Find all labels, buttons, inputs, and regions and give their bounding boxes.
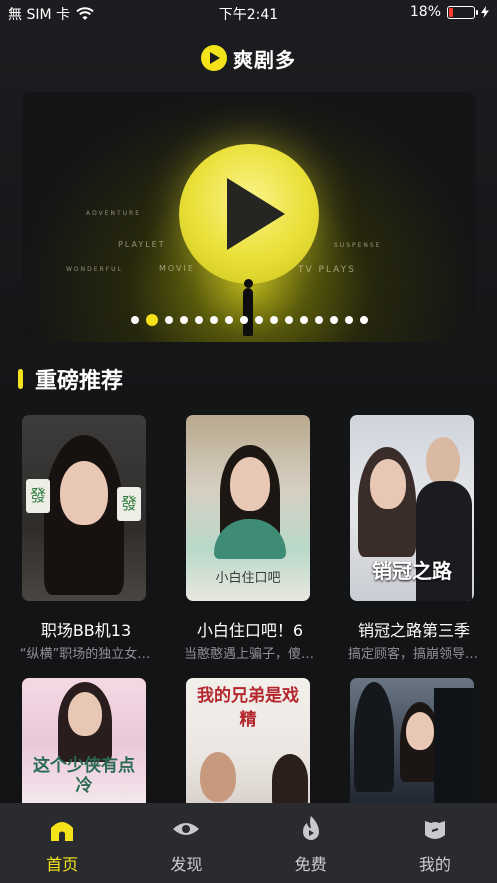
poster-caption: 销冠之路 xyxy=(372,559,452,583)
drama-poster[interactable]: 这个少侠有点冷 xyxy=(22,678,146,806)
drama-poster[interactable] xyxy=(350,678,474,806)
pagination-dot[interactable] xyxy=(130,316,139,324)
poster-figure xyxy=(272,754,308,806)
pagination-dot[interactable] xyxy=(269,316,278,324)
drama-description: 搞定顾客，搞崩领导… xyxy=(347,647,478,662)
status-right: 18% xyxy=(410,4,489,20)
drama-poster[interactable]: 小白住口吧 xyxy=(186,415,310,601)
tab-label: 免费 xyxy=(294,855,327,874)
drama-title[interactable]: 职场BB机13 xyxy=(16,617,156,641)
tab-discover[interactable]: 发现 xyxy=(141,803,231,883)
banner-word: PLAYLET xyxy=(118,240,166,249)
battery-level xyxy=(449,7,453,17)
app-logo-icon xyxy=(201,45,227,71)
drama-title[interactable]: 销冠之路第三季 xyxy=(344,617,484,641)
pagination-dot[interactable] xyxy=(329,316,338,324)
charging-bolt-icon xyxy=(481,6,489,18)
pagination-dot[interactable] xyxy=(344,316,353,324)
poster-figure xyxy=(354,682,394,792)
section-title: 重磅推荐 xyxy=(35,369,124,394)
battery-percent: 18% xyxy=(409,4,441,20)
app-header: 爽剧多 xyxy=(0,42,497,74)
section-header: 重磅推荐 xyxy=(18,362,123,396)
tab-label: 我的 xyxy=(418,855,451,874)
drama-description: 当憨憨遇上骗子，傻… xyxy=(183,647,314,662)
drama-poster[interactable]: 發 發 xyxy=(22,415,146,601)
banner-word: SUSPENSE xyxy=(334,242,382,249)
banner-word: WONDERFUL xyxy=(66,266,123,273)
poster-face xyxy=(200,752,236,802)
drama-card[interactable]: 我的兄弟是戏精 xyxy=(186,678,312,806)
drama-card[interactable]: 这个少侠有点冷 xyxy=(22,678,148,806)
poster-caption: 我的兄弟是戏精 xyxy=(197,686,299,730)
drama-card[interactable]: 销冠之路 销冠之路第三季 搞定顾客，搞崩领导… xyxy=(348,415,478,662)
poster-figure xyxy=(434,688,474,806)
pagination-dot[interactable] xyxy=(164,316,173,324)
banner-word: ADVENTURE xyxy=(86,210,142,217)
pagination-dot[interactable] xyxy=(224,316,233,324)
play-icon xyxy=(227,178,285,250)
home-icon xyxy=(51,822,74,841)
drama-poster[interactable]: 我的兄弟是戏精 xyxy=(186,678,310,806)
mahjong-tile: 發 xyxy=(26,479,50,513)
pagination-dot[interactable] xyxy=(194,316,203,324)
pagination-dot[interactable] xyxy=(254,316,263,324)
drama-poster[interactable]: 销冠之路 xyxy=(350,415,474,601)
banner-pagination[interactable] xyxy=(22,314,476,326)
banner-play-logo xyxy=(179,144,319,284)
poster-face xyxy=(230,457,270,511)
tab-free[interactable]: 免费 xyxy=(266,803,356,883)
pagination-dot[interactable] xyxy=(179,316,188,324)
pagination-dot[interactable] xyxy=(239,316,248,324)
flame-icon xyxy=(302,816,319,840)
status-bar: 無 SIM 卡 下午2:41 18% xyxy=(0,0,497,26)
drama-card[interactable]: 發 發 职场BB机13 “纵横”职场的独立女… xyxy=(20,415,150,662)
pagination-dot[interactable] xyxy=(299,316,308,324)
poster-face xyxy=(68,692,102,736)
poster-face xyxy=(406,712,434,750)
hero-banner[interactable]: PLAYLET MOVIE TV PLAYS ADVENTURE SUSPENS… xyxy=(22,92,476,342)
pagination-dot[interactable] xyxy=(314,316,323,324)
tab-profile[interactable]: 我的 xyxy=(390,803,480,883)
section-accent-bar xyxy=(18,369,23,389)
poster-caption: 小白住口吧 xyxy=(215,571,281,586)
poster-face xyxy=(370,459,406,509)
poster-face xyxy=(426,437,460,485)
drama-description: “纵横”职场的独立女… xyxy=(19,647,151,662)
profile-icon xyxy=(424,821,445,839)
banner-word: MOVIE xyxy=(159,264,195,273)
banner-word: TV PLAYS xyxy=(298,265,356,275)
pagination-dot[interactable] xyxy=(284,316,293,324)
poster-caption: 这个少侠有点冷 xyxy=(33,756,135,796)
mahjong-tile: 發 xyxy=(117,487,141,521)
app-title: 爽剧多 xyxy=(233,47,296,72)
drama-title[interactable]: 小白住口吧！6 xyxy=(180,617,320,641)
bottom-tab-bar: 首页 发现 免费 我的 xyxy=(0,803,497,883)
battery-icon xyxy=(447,5,478,19)
pagination-dot[interactable] xyxy=(359,316,368,324)
pagination-dot-active[interactable] xyxy=(145,314,158,326)
eye-icon xyxy=(173,823,200,835)
tab-label: 发现 xyxy=(170,855,203,874)
banner-silhouette xyxy=(243,279,253,336)
drama-card[interactable]: 小白住口吧 小白住口吧！6 当憨憨遇上骗子，傻… xyxy=(184,415,314,662)
pagination-dot[interactable] xyxy=(209,316,218,324)
tab-label: 首页 xyxy=(46,855,79,874)
tab-home[interactable]: 首页 xyxy=(17,803,107,883)
poster-face xyxy=(60,461,108,525)
drama-card[interactable] xyxy=(350,678,476,806)
